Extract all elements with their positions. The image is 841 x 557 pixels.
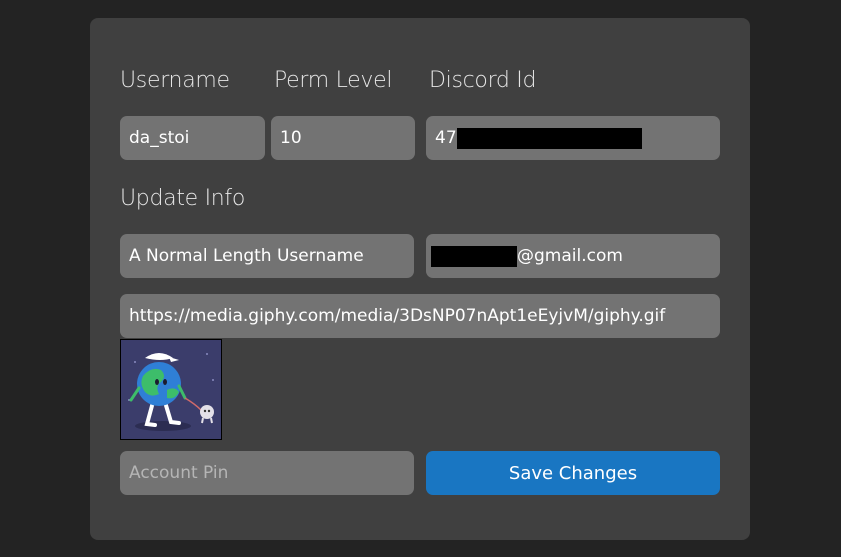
display-name-field[interactable]: A Normal Length Username	[120, 234, 414, 278]
account-pin-input[interactable]: Account Pin	[120, 451, 414, 495]
account-settings-card: Username Perm Level Discord Id da_stoi 1…	[90, 18, 750, 540]
email-domain: @gmail.com	[517, 246, 623, 266]
discord-id-label: Discord Id	[429, 68, 537, 93]
username-label: Username	[120, 68, 230, 93]
save-changes-label: Save Changes	[508, 462, 638, 484]
avatar-url-field[interactable]: https://media.giphy.com/media/3DsNP07nAp…	[120, 294, 720, 338]
perm-level-label: Perm Level	[274, 68, 393, 93]
save-changes-button[interactable]: Save Changes	[426, 451, 720, 495]
discord-id-value: 47	[435, 128, 457, 148]
username-value: da_stoi	[129, 128, 190, 148]
account-pin-placeholder: Account Pin	[129, 463, 229, 483]
walking-earth-icon	[121, 340, 221, 439]
display-name-value: A Normal Length Username	[129, 246, 364, 266]
avatar-url-value: https://media.giphy.com/media/3DsNP07nAp…	[129, 306, 666, 326]
avatar-preview-image	[120, 339, 222, 440]
discord-id-redaction	[456, 127, 642, 149]
username-field[interactable]: da_stoi	[120, 116, 265, 160]
perm-level-value: 10	[280, 128, 302, 148]
discord-id-field[interactable]: 47	[426, 116, 720, 160]
update-info-heading: Update Info	[120, 186, 246, 211]
email-field[interactable]: @gmail.com	[426, 234, 720, 278]
perm-level-field[interactable]: 10	[271, 116, 415, 160]
email-redaction	[431, 245, 517, 267]
